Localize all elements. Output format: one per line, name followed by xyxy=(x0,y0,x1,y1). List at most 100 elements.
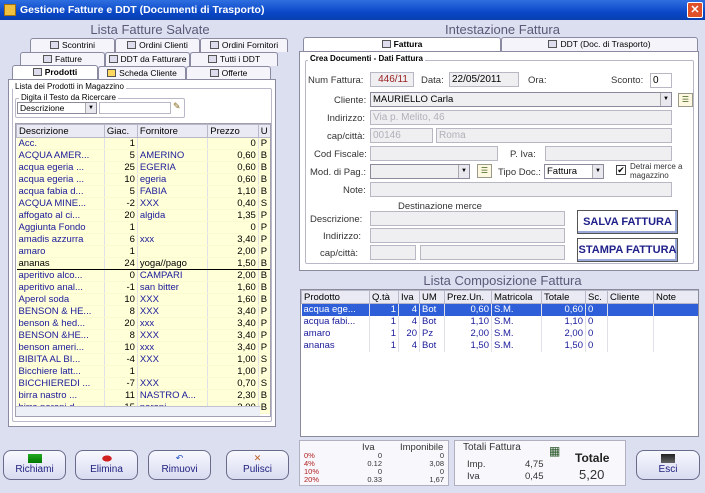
cod-fiscale-field[interactable] xyxy=(370,146,498,161)
column-header[interactable]: Cliente xyxy=(607,290,654,304)
product-cell: acqua egeria ... xyxy=(16,173,105,186)
save-invoice-button[interactable]: SALVA FATTURA xyxy=(577,210,678,234)
column-header[interactable]: Q.tà xyxy=(369,290,399,304)
column-header[interactable]: Matricola xyxy=(491,290,542,304)
composition-title: Lista Composizione Fattura xyxy=(423,273,582,288)
close-button[interactable]: ✕ xyxy=(687,2,703,18)
horizontal-scrollbar[interactable] xyxy=(16,406,260,416)
product-cell: B xyxy=(258,161,270,174)
sconto-field[interactable]: 0 xyxy=(650,73,672,88)
tab-fattura[interactable]: Fattura xyxy=(303,37,501,52)
cap-field[interactable]: 00146 xyxy=(370,128,433,143)
richiami-button[interactable]: Richiami xyxy=(3,450,66,480)
column-header[interactable]: Fornitore xyxy=(136,124,209,138)
product-row[interactable]: amaro 1 2,00 P xyxy=(16,245,270,258)
composition-cell: Bot xyxy=(419,339,445,352)
product-row[interactable]: BENSON &HE... 8 XXX 3,40 P xyxy=(16,329,270,342)
dest-indirizzo-field[interactable] xyxy=(370,228,565,243)
product-row[interactable]: benson & hed... 20 xxx 3,40 P xyxy=(16,317,270,330)
tab-scheda-cliente[interactable]: Scheda Cliente xyxy=(98,66,186,80)
dest-citta-field[interactable] xyxy=(420,245,565,260)
products-table: Descrizione Giac. Fornitore Prezzo U Acc. 1 0 P… xyxy=(15,123,271,417)
search-input[interactable] xyxy=(99,102,171,114)
mod-pag-select[interactable]: ▼ xyxy=(370,164,470,179)
tipo-doc-select[interactable]: Fattura ▼ xyxy=(544,164,604,179)
data-field[interactable]: 22/05/2011 xyxy=(449,72,519,87)
product-cell: P xyxy=(258,233,270,246)
print-invoice-button[interactable]: STAMPA FATTURA xyxy=(577,238,678,262)
detrai-checkbox[interactable]: ✔ xyxy=(616,165,626,175)
rimuovi-button[interactable]: ↶ Rimuovi xyxy=(148,450,211,480)
citta-field[interactable]: Roma xyxy=(436,128,672,143)
pulisci-button[interactable]: ✕ Pulisci xyxy=(226,450,289,480)
column-header[interactable]: Prodotto xyxy=(301,290,370,304)
product-row[interactable]: benson ameri... 10 xxx 3,40 P xyxy=(16,341,270,354)
product-row[interactable]: birra nastro ... 11 NASTRO A... 2,30 B xyxy=(16,389,270,402)
product-row[interactable]: aperitivo alco... 0 CAMPARI 2,00 B xyxy=(16,269,270,282)
composition-row[interactable]: ananas 1 4 Bot 1,50 S.M. 1,50 0 xyxy=(301,339,698,352)
tab-tutti-ddt[interactable]: Tutti i DDT xyxy=(190,52,278,66)
tab-prodotti[interactable]: Prodotti xyxy=(12,65,98,80)
column-header[interactable]: Sc. xyxy=(585,290,608,304)
tab-scontrini[interactable]: Scontrini xyxy=(30,38,115,52)
product-row[interactable]: ACQUA MINE... -2 XXX 0,40 S xyxy=(16,197,270,210)
composition-row[interactable]: amaro 1 20 Pz 2,00 S.M. 2,00 0 xyxy=(301,327,698,340)
product-row[interactable]: affogato al ci... 20 algida 1,35 P xyxy=(16,209,270,222)
column-header[interactable]: Iva xyxy=(398,290,420,304)
search-icon[interactable]: ✎ xyxy=(173,101,183,113)
tab-offerte[interactable]: Offerte xyxy=(186,66,271,80)
product-row[interactable]: BICCHIEREDI ... -7 XXX 0,70 S xyxy=(16,377,270,390)
note-field[interactable] xyxy=(370,182,672,197)
product-row[interactable]: BENSON & HE... 8 XXX 3,40 P xyxy=(16,305,270,318)
column-header[interactable]: Descrizione xyxy=(16,124,105,138)
product-row[interactable]: aperitivo anal... -1 san bitter 1,60 B xyxy=(16,281,270,294)
esci-button[interactable]: Esci xyxy=(636,450,700,480)
label-cap-citta: cap/città: xyxy=(327,131,366,142)
label-sconto: Sconto: xyxy=(611,75,644,86)
product-row[interactable]: ACQUA AMER... 5 AMERINO 0,60 B xyxy=(16,149,270,162)
column-header[interactable]: U xyxy=(257,124,270,138)
product-cell: Aperol soda xyxy=(16,293,105,306)
num-fattura-field[interactable]: 446/11 xyxy=(370,72,414,87)
product-row[interactable]: Acc. 1 0 P xyxy=(16,137,270,150)
composition-row[interactable]: acqua ege... 1 4 Bot 0,60 S.M. 0,60 0 xyxy=(301,303,698,316)
search-field-select[interactable]: Descrizione ▼ xyxy=(17,102,97,114)
dest-descrizione-field[interactable] xyxy=(370,211,565,226)
product-cell: -4 xyxy=(104,353,138,366)
product-row[interactable]: Aperol soda 10 XXX 1,60 B xyxy=(16,293,270,306)
product-cell: 3,40 xyxy=(207,233,259,246)
composition-row[interactable]: acqua fabi... 1 4 Bot 1,10 S.M. 1,10 0 xyxy=(301,315,698,328)
customer-list-icon[interactable]: ☰ xyxy=(678,93,693,107)
label-dest-cap: cap/città: xyxy=(320,248,359,259)
product-row[interactable]: amadis azzurra 6 xxx 3,40 P xyxy=(16,233,270,246)
product-cell: acqua fabia d... xyxy=(16,185,105,198)
chevron-down-icon: ▼ xyxy=(85,103,96,113)
label-tipo-doc: Tipo Doc.: xyxy=(498,167,541,178)
tab-ddt[interactable]: DDT (Doc. di Trasporto) xyxy=(501,37,698,51)
tab-ordini-clienti[interactable]: Ordini Clienti xyxy=(115,38,200,52)
product-cell: FABIA xyxy=(137,185,209,198)
payment-list-icon[interactable]: ☰ xyxy=(477,164,492,178)
tab-ddt-da-fatturare[interactable]: DDT da Fatturare xyxy=(105,52,190,66)
piva-field[interactable] xyxy=(545,146,672,161)
product-row[interactable]: acqua egeria ... 10 egeria 0,60 B xyxy=(16,173,270,186)
product-cell: B xyxy=(258,149,270,162)
cliente-select[interactable]: MAURIELLO Carla ▼ xyxy=(370,92,672,107)
product-row[interactable]: acqua fabia d... 5 FABIA 1,10 B xyxy=(16,185,270,198)
column-header[interactable]: Note xyxy=(653,290,698,304)
product-row[interactable]: BIBITA AL BI... -4 XXX 1,00 S xyxy=(16,353,270,366)
product-row[interactable]: Bicchiere latt... 1 1,00 P xyxy=(16,365,270,378)
column-header[interactable]: Prezzo xyxy=(207,124,259,138)
indirizzo-field[interactable]: Via p. Melito, 46 xyxy=(370,110,672,125)
product-row[interactable]: Aggiunta Fondo 1 0 P xyxy=(16,221,270,234)
column-header[interactable]: Giac. xyxy=(103,124,138,138)
column-header[interactable]: UM xyxy=(419,290,445,304)
column-header[interactable]: Prez.Un. xyxy=(444,290,492,304)
product-row[interactable]: ananas 24 yoga//pago 1,50 B xyxy=(16,257,270,270)
tab-fatture[interactable]: Fatture xyxy=(20,52,105,66)
tab-ordini-fornitori[interactable]: Ordini Fornitori xyxy=(200,38,288,52)
dest-cap-field[interactable] xyxy=(370,245,416,260)
elimina-button[interactable]: Elimina xyxy=(75,450,138,480)
product-row[interactable]: acqua egeria ... 25 EGERIA 0,60 B xyxy=(16,161,270,174)
column-header[interactable]: Totale xyxy=(541,290,586,304)
